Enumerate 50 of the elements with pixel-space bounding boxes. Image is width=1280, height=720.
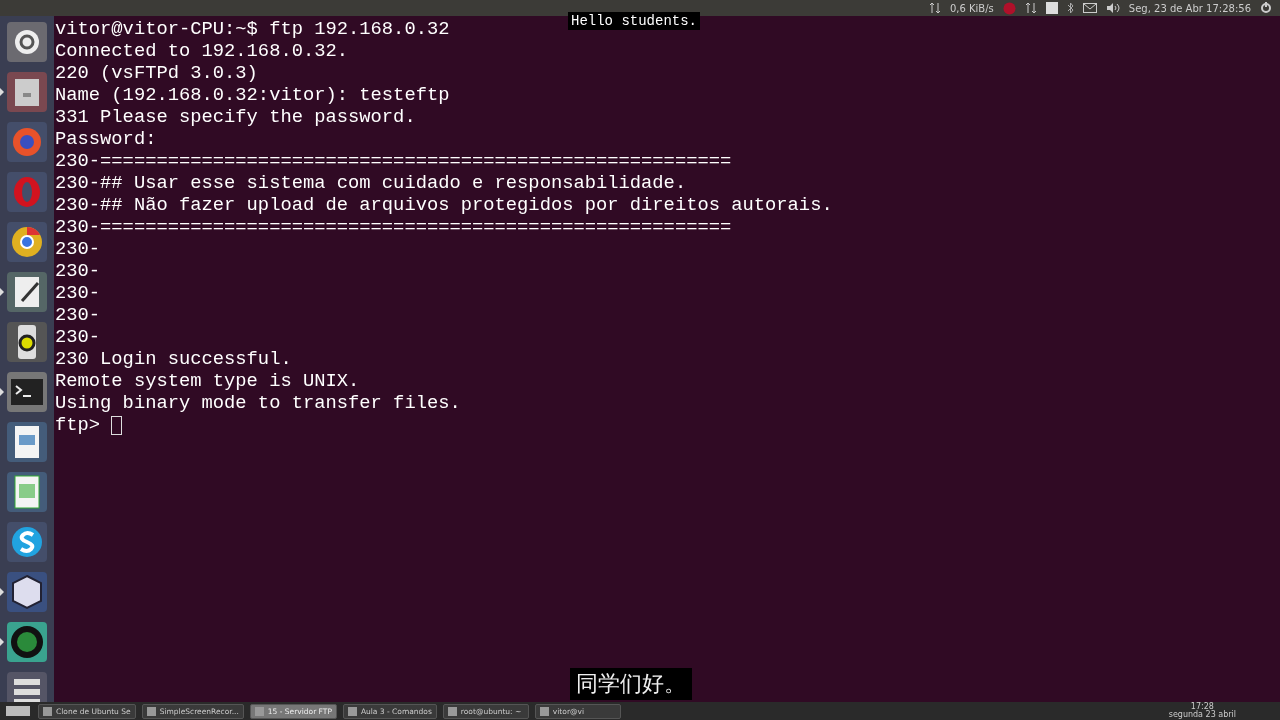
window-icon — [447, 706, 457, 716]
terminal-line: 230-======================================================== — [55, 150, 732, 172]
terminal-line: vitor@vitor-CPU:~$ ftp 192.168.0.32 — [55, 18, 450, 40]
terminal-line: 230- — [55, 282, 101, 304]
terminal-line: Name (192.168.0.32:vitor): testeftp — [55, 84, 450, 106]
mail-icon[interactable] — [1082, 3, 1097, 13]
network-arrows-icon[interactable] — [928, 2, 941, 14]
speaker-icon[interactable] — [6, 321, 48, 363]
terminal-line: Remote system type is UNIX. — [55, 370, 360, 392]
terminal-icon[interactable] — [6, 371, 48, 413]
record-dot-icon[interactable] — [1002, 1, 1016, 15]
browser-ring-icon[interactable] — [6, 221, 48, 263]
terminal-line: 220 (vsFTPd 3.0.3) — [55, 62, 258, 84]
taskbar-date: segunda 23 abril — [1168, 711, 1236, 720]
window-icon — [347, 706, 357, 716]
subtitle: 同学们好。 — [570, 668, 692, 700]
terminal-line: 230 Login successful. — [55, 348, 292, 370]
terminal-line: 331 Please specify the password. — [55, 106, 416, 128]
terminal-line: Using binary mode to transfer files. — [55, 392, 461, 414]
spreadsheet-icon[interactable] — [6, 471, 48, 513]
terminal-line: 230-## Não fazer upload de arquivos protegidos por direitos autorais. — [55, 194, 833, 216]
terminal-line: 230- — [55, 238, 101, 260]
ubuntu-logo-icon[interactable] — [6, 21, 48, 63]
window-icon — [254, 706, 264, 716]
network-arrows-icon[interactable] — [1024, 2, 1037, 14]
clock[interactable]: Seg, 23 de Abr 17:28:56 — [1128, 2, 1251, 14]
terminal-line: Connected to 192.168.0.32. — [55, 40, 349, 62]
window-icon — [539, 706, 549, 716]
terminal-line: 230- — [55, 326, 101, 348]
terminal-line: Password: — [55, 128, 157, 150]
window-icon — [43, 706, 52, 716]
file-cabinet-icon[interactable] — [6, 71, 48, 113]
window-icon — [146, 706, 156, 716]
terminal-line: 230- — [55, 260, 101, 282]
network-speed: 0,6 KiB/s — [949, 2, 994, 14]
presentation-icon[interactable] — [6, 421, 48, 463]
terminal-line: 230-======================================================== — [55, 216, 732, 238]
cube-icon[interactable] — [6, 571, 48, 613]
text-cursor — [111, 415, 123, 435]
taskbar-time: 17:28 — [1190, 702, 1214, 711]
show-desktop-icon[interactable] — [4, 704, 32, 718]
subtitle: Hello students. — [568, 12, 701, 30]
chat-s-icon[interactable] — [6, 521, 48, 563]
volume-icon[interactable] — [1105, 2, 1120, 14]
bluetooth-icon[interactable] — [1066, 2, 1074, 14]
text-editor-icon[interactable] — [6, 271, 48, 313]
terminal-line: 230- — [55, 304, 101, 326]
ftp-prompt: ftp> — [55, 414, 101, 436]
terminal-line: 230-## Usar esse sistema com cuidado e responsabilidade. — [55, 172, 687, 194]
power-gear-icon[interactable] — [1260, 2, 1272, 14]
